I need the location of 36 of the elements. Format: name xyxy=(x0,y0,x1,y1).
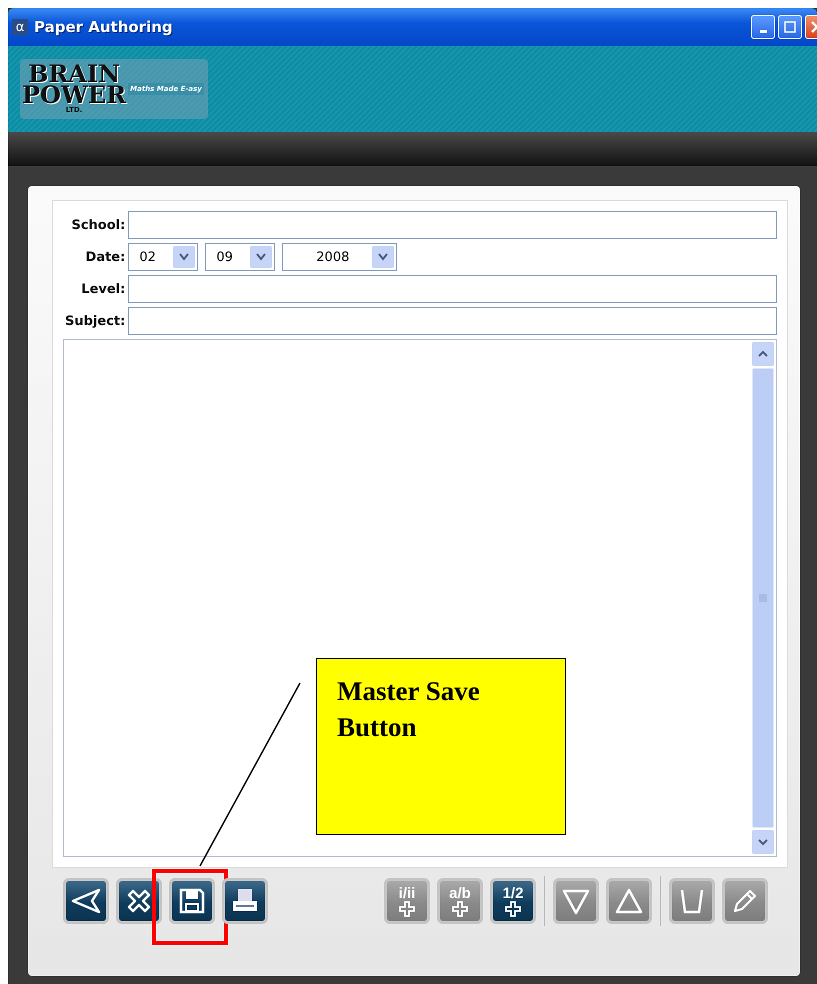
input-field[interactable] xyxy=(128,211,777,239)
maximize-icon xyxy=(783,20,797,34)
field-label: Date: xyxy=(84,250,126,264)
chevron-down-icon xyxy=(758,838,768,846)
app-icon: α xyxy=(12,19,28,35)
triangle-down-icon xyxy=(561,887,591,915)
add-button[interactable]: 1/2 xyxy=(490,878,536,924)
back-arrow-icon xyxy=(70,887,102,915)
logo-text: BRAIN xyxy=(28,64,120,85)
save-button[interactable] xyxy=(169,878,215,924)
plus-icon xyxy=(452,900,468,916)
dropdown[interactable]: 2008 xyxy=(282,243,398,271)
field-label: Level: xyxy=(80,282,126,296)
dropdown[interactable]: 09 xyxy=(205,243,276,271)
back-button[interactable] xyxy=(63,878,109,924)
triangle-up-icon xyxy=(614,887,644,915)
field-label: Subject: xyxy=(65,314,126,328)
field-label: School: xyxy=(70,218,126,232)
input-field[interactable] xyxy=(128,307,777,335)
plus-icon xyxy=(399,900,415,916)
plus-icon xyxy=(505,900,521,916)
cup-icon xyxy=(678,887,706,915)
scroll-down-button[interactable] xyxy=(752,830,774,854)
delete-button[interactable] xyxy=(116,878,162,924)
dropdown[interactable]: 02 xyxy=(128,243,198,271)
scroll-up-button[interactable] xyxy=(752,342,774,366)
logo-text: POWER xyxy=(22,84,126,105)
minimize-button[interactable] xyxy=(751,15,775,39)
pencil-icon xyxy=(731,887,759,915)
maximize-button[interactable] xyxy=(778,15,802,39)
chevron-up-icon xyxy=(758,350,768,358)
print-button[interactable] xyxy=(222,878,268,924)
callout-text: Master Save Button xyxy=(337,675,481,744)
minimize-icon xyxy=(760,30,766,32)
window-title: Paper Authoring xyxy=(34,18,174,36)
input-field[interactable] xyxy=(128,275,777,303)
